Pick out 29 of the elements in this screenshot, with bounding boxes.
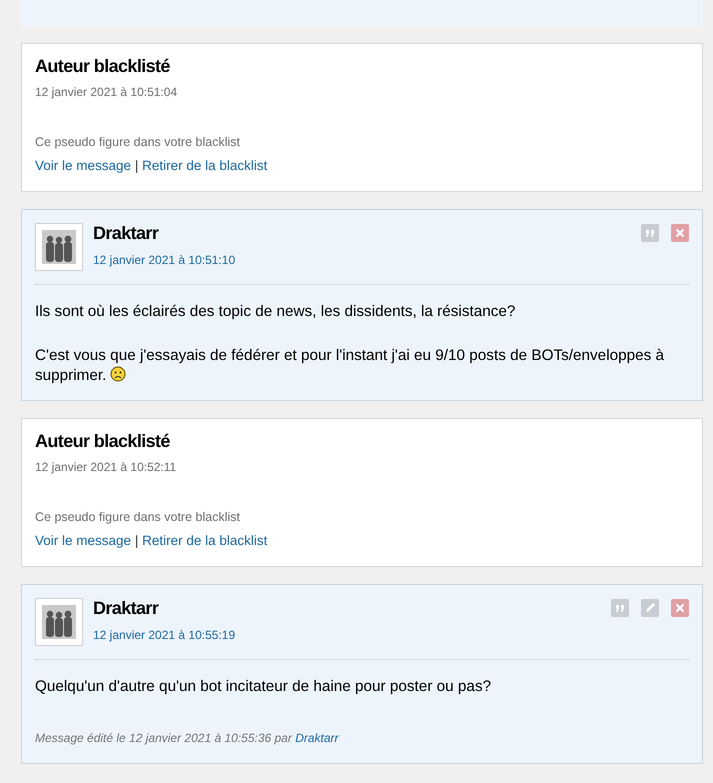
remove-blacklist-link[interactable]: Retirer de la blacklist [142,532,268,548]
author-name[interactable]: Draktarr [93,598,158,619]
author-name[interactable]: Draktarr [93,223,158,244]
post-date: 12 janvier 2021 à 10:52:11 [35,460,176,474]
post-date-link[interactable]: 12 janvier 2021 à 10:55:19 [93,628,236,642]
post-title: Auteur blacklisté [35,56,170,77]
separator: | [134,158,138,173]
separator: | [134,532,138,548]
blacklist-notice: Ce pseudo figure dans votre blacklist [35,135,241,149]
post-text: Ils sont où les éclairés des topic de news, les dissidents, la résistance? [35,303,516,320]
blacklist-notice: Ce pseudo figure dans votre blacklist [35,510,241,524]
author-link[interactable]: Draktarr [295,730,339,744]
post-title: Auteur blacklisté [35,430,170,452]
post-text: C'est vous que j'essayais de fédérer et pour l'instant j'ai eu 9/10 posts de BOTs/enveloppes à [35,346,664,364]
close-icon[interactable] [671,224,689,242]
avatar-icon [42,230,76,264]
post-date: 12 janvier 2021 à 10:51:04 [35,85,178,99]
post-text: supprimer. [35,366,106,384]
remove-blacklist-link[interactable]: Retirer de la blacklist [142,158,268,173]
avatar-icon [42,604,76,639]
quote-icon[interactable] [611,598,629,617]
post-text: Quelqu'un d'autre qu'un bot incitateur de haine pour poster ou pas? [35,678,492,695]
close-icon[interactable] [671,598,689,617]
view-message-link[interactable]: Voir le message [35,532,132,548]
quote-icon[interactable] [641,224,659,242]
edit-note: Message édité le 12 janvier 2021 à 10:55:36 par Draktarr [35,730,340,746]
post-date-link[interactable]: 12 janvier 2021 à 10:51:10 [93,253,236,267]
view-message-link[interactable]: Voir le message [35,158,132,173]
pencil-icon[interactable] [641,598,659,617]
